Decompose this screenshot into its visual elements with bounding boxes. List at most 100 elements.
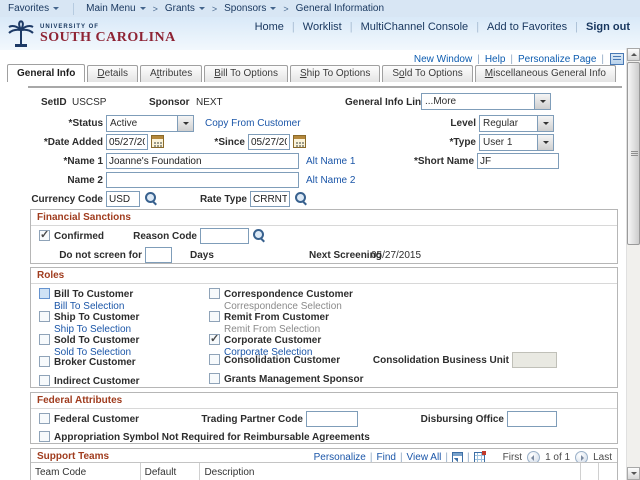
multichannel-console-link[interactable]: MultiChannel Console — [361, 21, 469, 33]
tab-ship-to-options[interactable]: Ship To Options — [289, 65, 381, 82]
corporate-customer-checkbox[interactable] — [209, 332, 220, 345]
scrollbar-thumb[interactable] — [627, 62, 640, 245]
tab-details[interactable]: Details — [87, 65, 138, 82]
breadcrumb-grants[interactable]: Grants — [165, 3, 205, 14]
scroll-down-button[interactable] — [627, 467, 640, 480]
worklist-link[interactable]: Worklist — [303, 21, 342, 33]
since-input[interactable] — [248, 134, 290, 150]
header-band: UNIVERSITY OF SOUTH CAROLINA Home | Work… — [0, 17, 640, 50]
tab-sold-to-options[interactable]: Sold To Options — [382, 65, 473, 82]
tab-general-info[interactable]: General Info — [7, 64, 86, 82]
header-links: Home | Worklist | MultiChannel Console |… — [254, 21, 630, 33]
rate-type-input[interactable] — [250, 191, 290, 207]
broker-customer-label: Broker Customer — [54, 357, 136, 368]
reason-code-input[interactable] — [200, 228, 249, 244]
sign-out-link[interactable]: Sign out — [586, 21, 630, 33]
add-to-favorites-link[interactable]: Add to Favorites — [487, 21, 567, 33]
alt-name2-link[interactable]: Alt Name 2 — [306, 175, 355, 186]
name2-input[interactable] — [106, 172, 299, 188]
usc-logo: UNIVERSITY OF SOUTH CAROLINA — [6, 20, 176, 48]
scroll-up-button[interactable] — [627, 48, 640, 61]
name1-label: *Name 1 — [63, 156, 103, 167]
chevron-down-icon — [270, 7, 277, 13]
sponsor-value: NEXT — [196, 97, 223, 108]
correspondence-customer-checkbox[interactable] — [209, 288, 220, 299]
help-link[interactable]: Help — [485, 54, 506, 65]
sponsor-general-information-page: Favorites Main Menu > Grants > Sponsors … — [0, 0, 640, 480]
new-window-link[interactable]: New Window — [414, 54, 472, 65]
federal-attributes-title: Federal Attributes — [37, 395, 123, 406]
short-name-label: *Short Name — [413, 156, 474, 167]
correspondence-customer-label: Correspondence Customer — [224, 289, 353, 300]
financial-sanctions-title: Financial Sanctions — [37, 212, 131, 223]
confirmed-label: Confirmed — [54, 231, 104, 242]
lookup-icon[interactable] — [253, 229, 266, 242]
bill-to-customer-label: Bill To Customer — [54, 289, 134, 300]
grants-management-sponsor-checkbox[interactable] — [209, 373, 220, 384]
date-added-input[interactable] — [106, 134, 148, 150]
reason-code-label: Reason Code — [133, 231, 197, 242]
page-tabs: General Info Details Attributes Bill To … — [7, 64, 618, 82]
tab-attributes[interactable]: Attributes — [139, 65, 203, 82]
tab-bill-to-options[interactable]: Bill To Options — [204, 65, 288, 82]
ship-to-customer-label: Ship To Customer — [54, 312, 140, 323]
breadcrumb-separator: > — [283, 3, 289, 14]
ship-to-selection-link[interactable]: Ship To Selection — [54, 324, 131, 335]
palmetto-tree-icon — [8, 20, 34, 47]
bill-to-selection-link[interactable]: Bill To Selection — [54, 301, 124, 312]
lookup-icon[interactable] — [145, 192, 158, 205]
short-name-input[interactable] — [477, 153, 559, 169]
home-link[interactable]: Home — [255, 21, 284, 33]
currency-code-label: Currency Code — [31, 194, 103, 205]
favorites-menu[interactable]: Favorites — [8, 3, 60, 14]
alt-name1-link[interactable]: Alt Name 1 — [306, 156, 355, 167]
breadcrumb: Favorites Main Menu > Grants > Sponsors … — [0, 0, 640, 18]
breadcrumb-sponsors[interactable]: Sponsors — [224, 3, 277, 14]
dropdown-arrow-icon — [534, 94, 550, 109]
ship-to-customer-checkbox[interactable] — [39, 311, 50, 322]
status-label: *Status — [68, 118, 103, 129]
remit-from-customer-checkbox[interactable] — [209, 311, 220, 322]
dropdown-arrow-icon — [177, 116, 193, 131]
indirect-customer-checkbox[interactable] — [39, 375, 50, 386]
disbursing-office-input[interactable] — [507, 411, 557, 427]
correspondence-selection-label: Correspondence Selection — [224, 301, 342, 312]
level-select[interactable]: Regular — [479, 115, 554, 132]
vertical-scrollbar[interactable] — [626, 48, 640, 480]
name1-input[interactable] — [106, 153, 299, 169]
column-header-description: Description — [200, 463, 582, 480]
calendar-icon[interactable] — [151, 135, 164, 148]
general-info-links-select[interactable]: ...More — [421, 93, 551, 110]
remit-from-customer-label: Remit From Customer — [224, 312, 330, 323]
federal-attributes-groupbox: Federal Attributes Federal Customer Trad… — [30, 392, 618, 444]
calendar-icon[interactable] — [293, 135, 306, 148]
sold-to-customer-checkbox[interactable] — [39, 334, 50, 345]
type-select[interactable]: User 1 — [479, 134, 554, 151]
bill-to-customer-checkbox[interactable] — [39, 288, 50, 299]
column-header-default: Default — [140, 463, 201, 480]
trading-partner-code-label: Trading Partner Code — [201, 414, 303, 425]
status-select[interactable]: Active — [106, 115, 194, 132]
roles-groupbox: Roles Bill To Customer Bill To Selection… — [30, 267, 618, 388]
trading-partner-code-input[interactable] — [306, 411, 358, 427]
appropriation-symbol-checkbox[interactable] — [39, 431, 50, 442]
next-screening-value: 05/27/2015 — [371, 250, 422, 261]
copy-from-customer-link[interactable]: Copy From Customer — [205, 118, 301, 129]
remit-from-selection-label: Remit From Selection — [224, 324, 321, 335]
support-teams-groupbox: Support Teams Personalize | Find | View … — [30, 448, 618, 480]
broker-customer-checkbox[interactable] — [39, 356, 50, 367]
currency-code-input[interactable] — [106, 191, 140, 207]
federal-customer-checkbox[interactable] — [39, 413, 50, 424]
do-not-screen-input[interactable] — [145, 247, 172, 263]
tab-miscellaneous-general-info[interactable]: Miscellaneous General Info — [474, 65, 616, 82]
roles-title: Roles — [37, 270, 65, 281]
confirmed-checkbox[interactable] — [39, 228, 50, 241]
main-menu[interactable]: Main Menu — [86, 3, 146, 14]
column-header-team-code: Team Code — [31, 463, 141, 480]
name2-label: Name 2 — [67, 175, 103, 186]
consolidation-business-unit-label: Consolidation Business Unit — [372, 355, 509, 366]
consolidation-customer-checkbox[interactable] — [209, 354, 220, 365]
lookup-icon[interactable] — [295, 192, 308, 205]
personalize-page-link[interactable]: Personalize Page — [518, 54, 596, 65]
support-teams-grid-header: Team Code Default Description — [31, 462, 617, 480]
